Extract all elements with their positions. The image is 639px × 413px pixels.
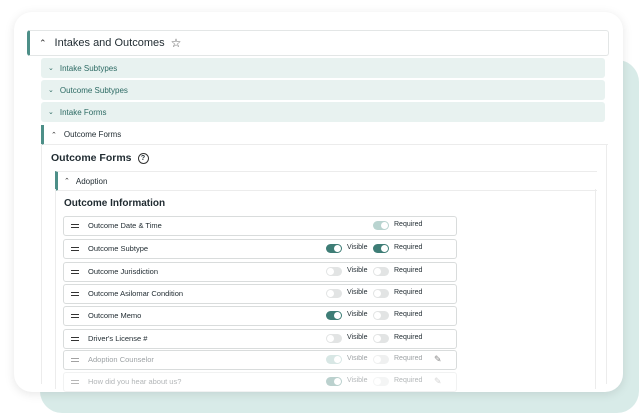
visible-label: Visible — [347, 289, 368, 296]
drag-handle-icon[interactable] — [71, 337, 79, 341]
field-row[interactable]: Driver's License # Visible Required — [63, 329, 457, 349]
star-icon[interactable]: ☆ — [171, 36, 182, 50]
drag-handle-icon[interactable] — [71, 358, 79, 362]
visible-toggle[interactable] — [326, 267, 342, 276]
chevron-up-icon[interactable]: ⌃ — [39, 38, 47, 49]
panel-label: Outcome Forms — [63, 130, 122, 139]
field-name: Driver's License # — [88, 334, 148, 343]
visible-label: Visible — [347, 244, 368, 251]
field-name: Outcome Subtype — [88, 244, 149, 253]
adoption-label: Adoption — [75, 176, 108, 186]
required-toggle[interactable] — [373, 289, 389, 298]
visible-label: Visible — [347, 355, 368, 362]
required-toggle[interactable] — [373, 377, 389, 386]
chevron-up-icon: ⌃ — [51, 131, 57, 139]
edit-pencil-icon[interactable]: ✎ — [434, 354, 442, 365]
field-name: Outcome Jurisdiction — [88, 267, 159, 276]
required-toggle[interactable] — [373, 221, 389, 230]
section-title: Intakes and Outcomes — [54, 37, 165, 49]
required-toggle[interactable] — [373, 334, 389, 343]
required-toggle[interactable] — [373, 267, 389, 276]
field-row[interactable]: Outcome Memo Visible Required — [63, 306, 457, 326]
visible-toggle[interactable] — [326, 311, 342, 320]
visible-toggle[interactable] — [326, 289, 342, 298]
field-row[interactable]: Outcome Date & Time Required — [63, 216, 457, 236]
drag-handle-icon[interactable] — [71, 314, 79, 318]
field-name: Outcome Asilomar Condition — [88, 289, 184, 298]
intakes-outcomes-panel[interactable]: ⌃ Intakes and Outcomes ☆ — [27, 30, 609, 56]
forms-heading: Outcome Forms ? — [51, 152, 149, 164]
field-row[interactable]: Outcome Jurisdiction Visible Required — [63, 262, 457, 282]
subpanel-label: Intake Subtypes — [59, 63, 118, 73]
visible-toggle[interactable] — [326, 377, 342, 386]
field-name: Adoption Counselor — [88, 355, 154, 364]
intake-subtypes-panel[interactable]: ⌄ Intake Subtypes — [41, 58, 605, 78]
field-row[interactable]: Outcome Subtype Visible Required — [63, 239, 457, 259]
visible-toggle[interactable] — [326, 334, 342, 343]
field-row[interactable]: How did you hear about us? Visible Require… — [63, 372, 457, 392]
visible-label: Visible — [347, 311, 368, 318]
visible-label: Visible — [347, 334, 368, 341]
drag-handle-icon[interactable] — [71, 380, 79, 384]
outcome-information-title: Outcome Information — [64, 198, 166, 209]
visible-label: Visible — [347, 377, 368, 384]
required-label: Required — [394, 334, 423, 341]
required-label: Required — [394, 244, 423, 251]
subpanel-label: Intake Forms — [59, 107, 107, 117]
visible-toggle[interactable] — [326, 355, 342, 364]
drag-handle-icon[interactable] — [71, 292, 79, 296]
visible-toggle[interactable] — [326, 244, 342, 253]
adoption-panel[interactable]: ⌃ Adoption — [55, 171, 597, 191]
required-label: Required — [394, 355, 423, 362]
required-label: Required — [394, 289, 423, 296]
chevron-down-icon: ⌄ — [48, 65, 54, 72]
visible-label: Visible — [347, 267, 368, 274]
edit-pencil-icon[interactable]: ✎ — [434, 376, 442, 387]
required-toggle[interactable] — [373, 311, 389, 320]
drag-handle-icon[interactable] — [71, 270, 79, 274]
field-name: Outcome Date & Time — [88, 221, 162, 230]
subpanel-label: Outcome Subtypes — [59, 85, 128, 95]
outcome-forms-panel[interactable]: ⌃ Outcome Forms — [41, 125, 608, 145]
required-label: Required — [394, 267, 423, 274]
required-toggle[interactable] — [373, 355, 389, 364]
chevron-down-icon: ⌄ — [48, 87, 54, 94]
field-name: Outcome Memo — [88, 311, 142, 320]
forms-title: Outcome Forms — [51, 152, 132, 164]
drag-handle-icon[interactable] — [71, 224, 79, 228]
intake-forms-panel[interactable]: ⌄ Intake Forms — [41, 102, 605, 122]
field-row[interactable]: Adoption Counselor Visible Required ✎ — [63, 350, 457, 370]
required-label: Required — [394, 311, 423, 318]
chevron-down-icon: ⌄ — [48, 109, 54, 116]
drag-handle-icon[interactable] — [71, 247, 79, 251]
required-label: Required — [394, 377, 423, 384]
field-name: How did you hear about us? — [88, 377, 182, 386]
field-row[interactable]: Outcome Asilomar Condition Visible Require… — [63, 284, 457, 304]
outcome-subtypes-panel[interactable]: ⌄ Outcome Subtypes — [41, 80, 605, 100]
required-toggle[interactable] — [373, 244, 389, 253]
help-icon[interactable]: ? — [137, 152, 149, 164]
chevron-up-icon: ⌃ — [64, 178, 70, 185]
required-label: Required — [394, 221, 423, 228]
